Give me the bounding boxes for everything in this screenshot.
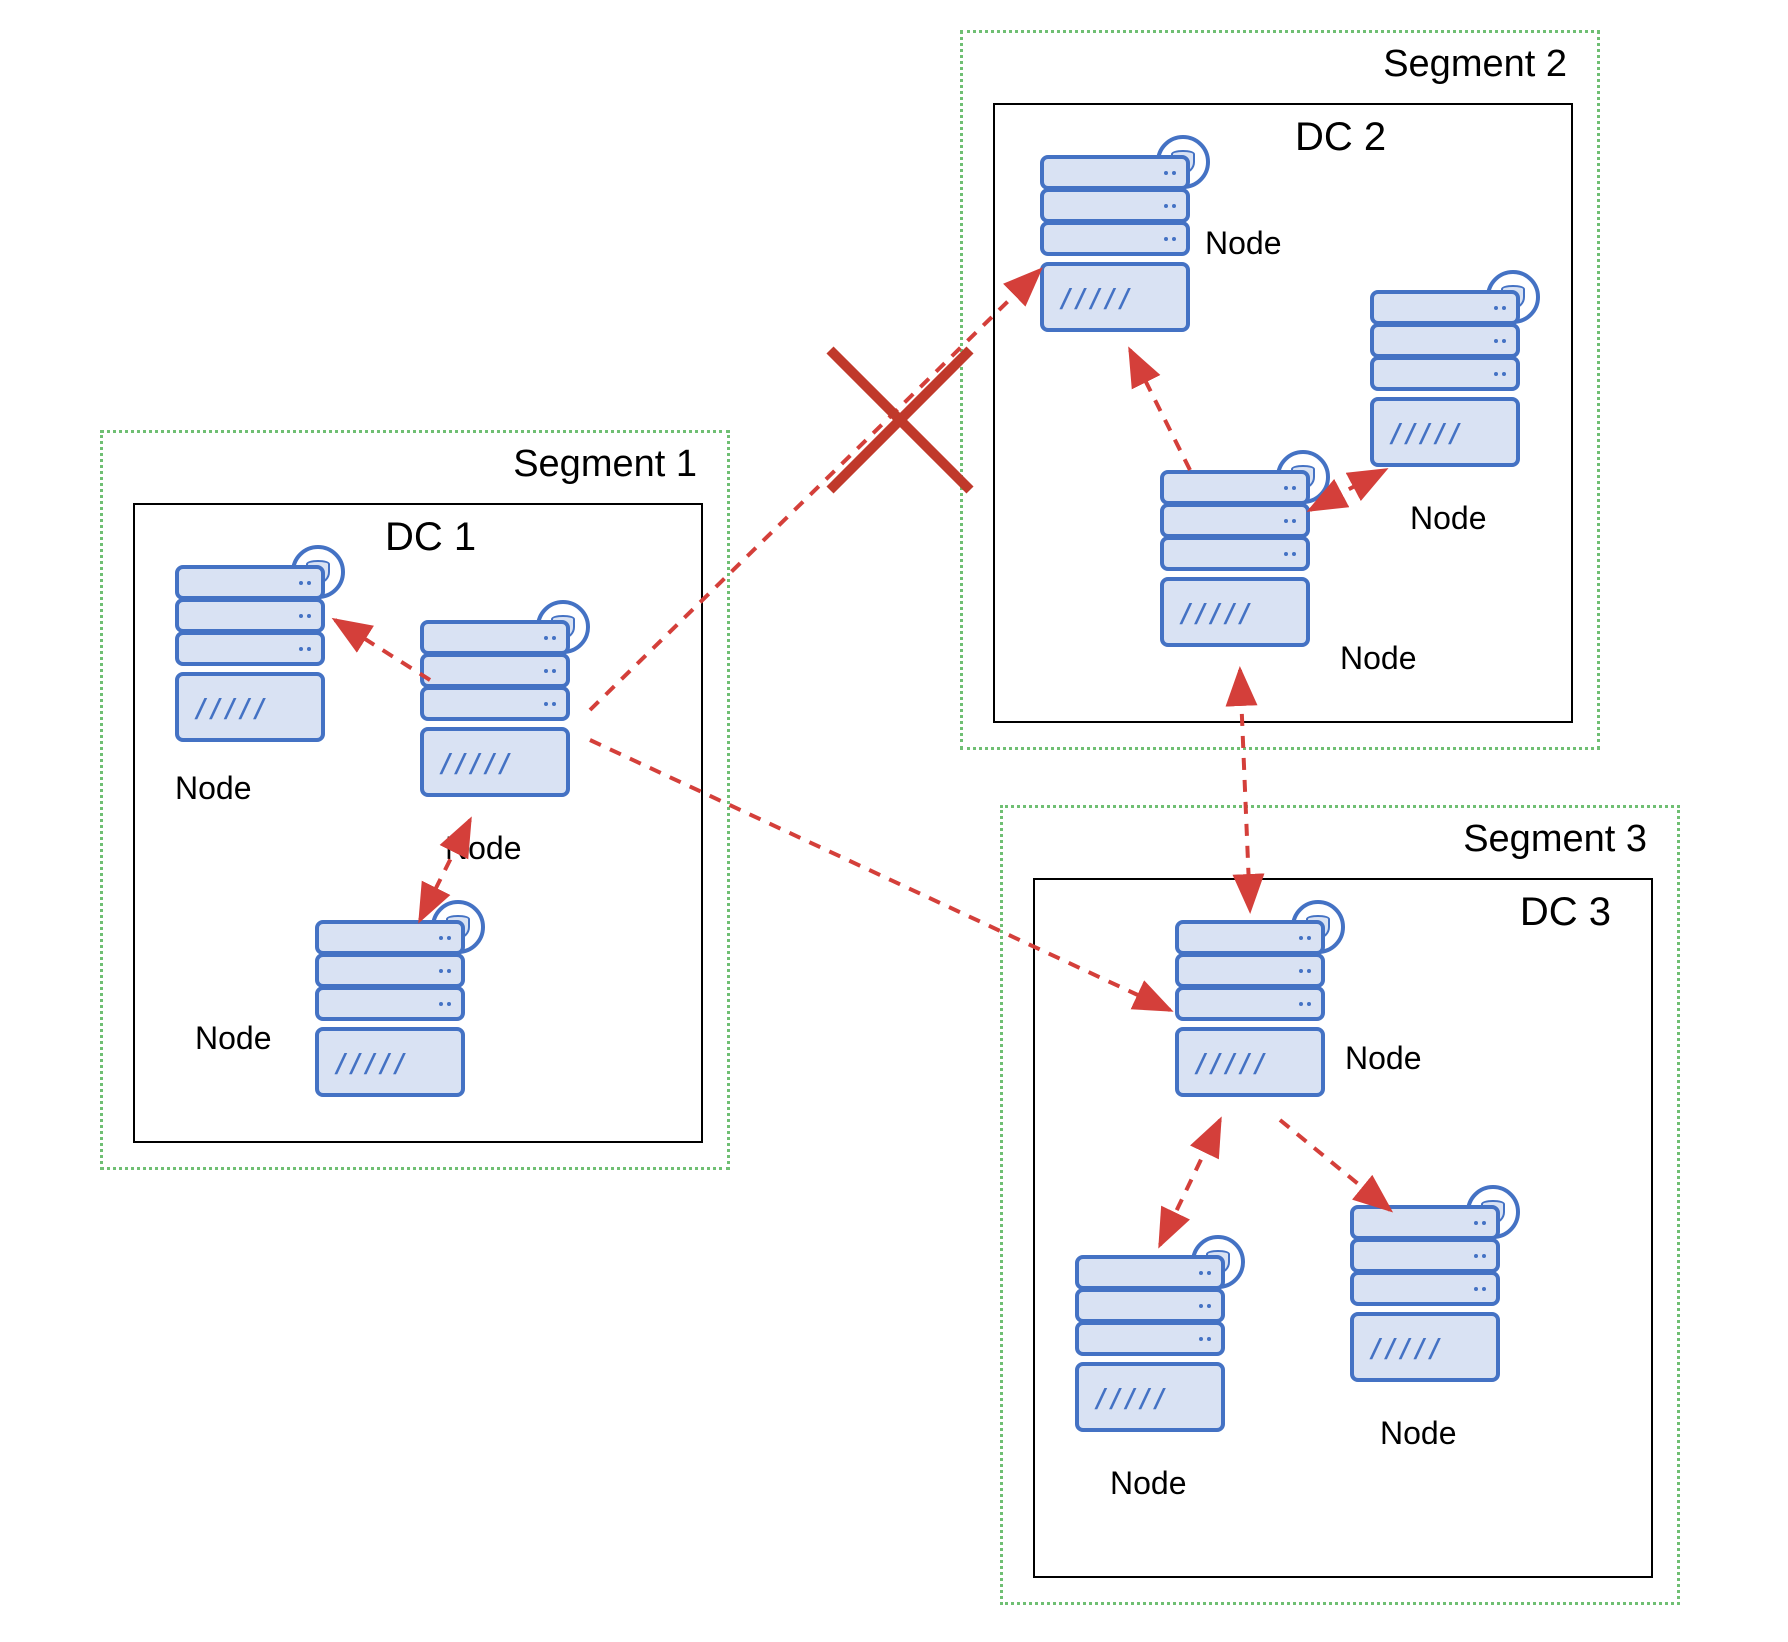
server-dc1-node3: ///// [315,920,465,1120]
server-dc1-node1: ///// [175,565,325,765]
dc-3-label: DC 3 [1520,890,1611,935]
server-dc1-node2: ///// [420,620,570,820]
server-dc3-node1: ///// [1175,920,1325,1120]
server-dc3-node3: ///// [1350,1205,1500,1405]
node-label: Node [1110,1465,1187,1502]
node-label: Node [1340,640,1417,677]
node-label: Node [175,770,252,807]
node-label: Node [1380,1415,1457,1452]
segment-2-label: Segment 2 [1383,43,1567,86]
server-dc2-node3: ///// [1160,470,1310,670]
segment-3-label: Segment 3 [1463,818,1647,861]
node-label: Node [1410,500,1487,537]
diagram-canvas: Segment 1 DC 1 Segment 2 DC 2 Segment 3 … [0,0,1788,1642]
node-label: Node [195,1020,272,1057]
node-label: Node [1205,225,1282,262]
dc-1-label: DC 1 [385,515,476,560]
server-dc3-node2: ///// [1075,1255,1225,1455]
server-dc2-node2: ///// [1370,290,1520,490]
node-label: Node [1345,1040,1422,1077]
server-dc2-node1: ///// [1040,155,1190,355]
segment-1-label: Segment 1 [513,443,697,486]
node-label: Node [445,830,522,867]
dc-2-label: DC 2 [1295,115,1386,160]
